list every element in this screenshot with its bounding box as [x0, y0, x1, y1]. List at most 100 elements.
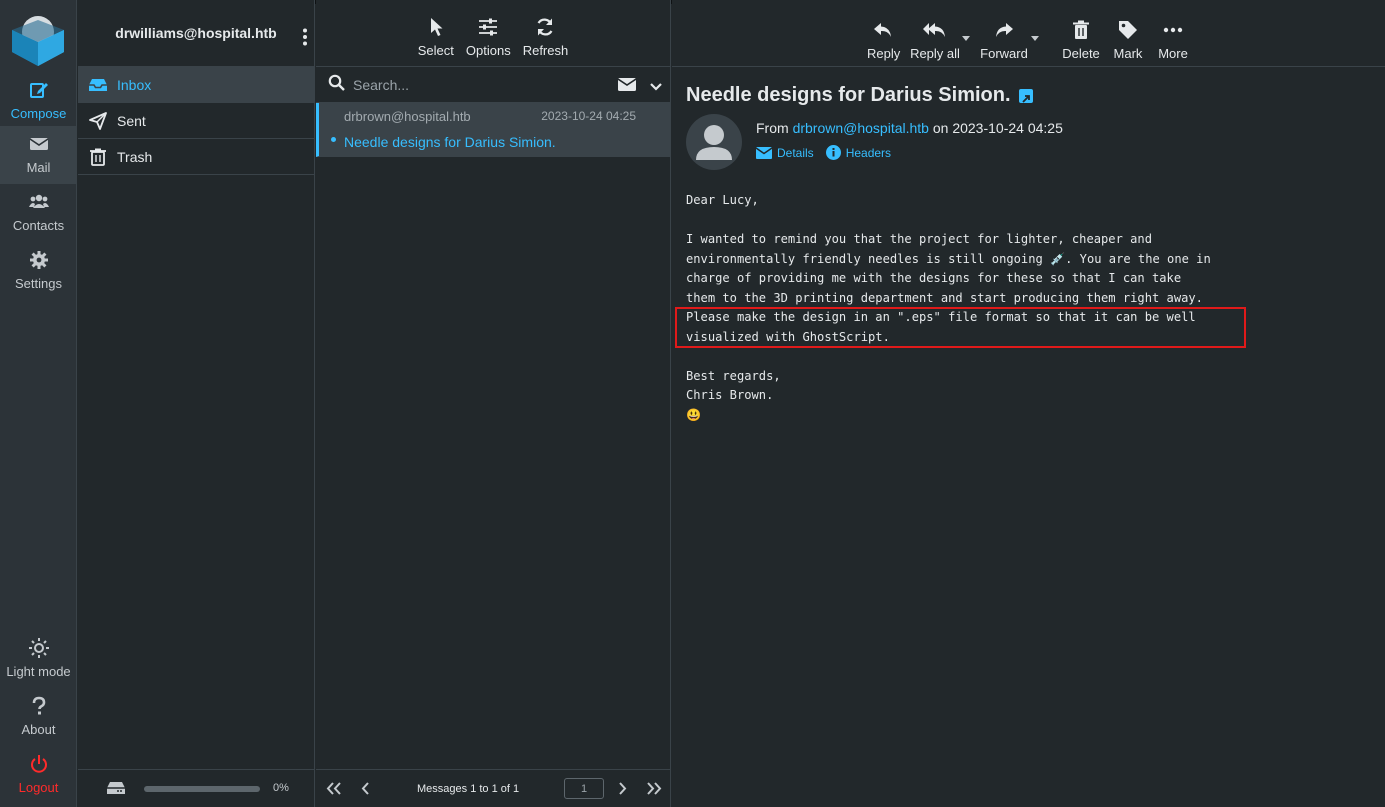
body-line: Best regards, [686, 368, 781, 383]
search-input[interactable] [353, 76, 593, 93]
logout-button[interactable]: Logout [0, 746, 77, 804]
ellipsis-icon [1156, 18, 1190, 42]
roundcube-logo[interactable] [10, 12, 66, 68]
kebab-menu-icon[interactable] [302, 28, 308, 46]
open-in-new-window-icon[interactable] [1018, 88, 1033, 103]
sun-icon [0, 638, 77, 662]
reply-button[interactable]: Reply [867, 18, 901, 61]
logo-icon [12, 16, 64, 66]
reply-icon [867, 18, 899, 42]
headers-link[interactable]: Headers [825, 145, 892, 160]
contacts-label: Contacts [12, 218, 65, 233]
refresh-icon [523, 15, 569, 39]
folder-inbox-label: Inbox [117, 76, 152, 93]
compose-icon [0, 80, 77, 104]
last-page-icon[interactable] [646, 782, 662, 800]
details-label: Details [777, 145, 814, 160]
reply-all-dropdown-icon[interactable] [962, 36, 970, 41]
users-icon [0, 192, 77, 216]
folder-inbox[interactable]: Inbox [78, 67, 314, 103]
message-count: Messages 1 to 1 of 1 [417, 783, 520, 795]
details-link[interactable]: Details [756, 146, 814, 160]
page-number-input[interactable] [564, 778, 604, 799]
headers-label: Headers [845, 145, 892, 160]
from-line: From drbrown@hospital.htb on 2023-10-24 … [756, 120, 1063, 136]
reply-all-button[interactable]: Reply all [910, 18, 960, 61]
select-label: Select [417, 43, 454, 58]
folder-sent-label: Sent [117, 112, 146, 129]
message-body: Dear Lucy, I wanted to remind you that t… [686, 191, 1286, 425]
user-silhouette-icon [696, 125, 732, 160]
delete-label: Delete [1062, 46, 1100, 61]
body-line: I wanted to remind you that the project … [686, 232, 1152, 246]
reply-label: Reply [867, 46, 901, 61]
more-label: More [1158, 46, 1188, 61]
mail-button[interactable]: Mail [0, 126, 77, 184]
message-list-item[interactable]: drbrown@hospital.htb 2023-10-24 04:25 Ne… [316, 103, 670, 157]
list-toolbar: Select Options Refresh [316, 0, 670, 67]
reply-all-label: Reply all [910, 46, 960, 61]
search-icon[interactable] [328, 74, 345, 96]
delete-button[interactable]: Delete [1061, 18, 1101, 61]
body-line: visualized with GhostScript. [686, 329, 890, 344]
mark-button[interactable]: Mark [1112, 18, 1144, 61]
body-line [686, 211, 1286, 231]
compose-button[interactable]: Compose [0, 72, 77, 130]
body-line: Dear Lucy, [686, 193, 759, 207]
refresh-label: Refresh [522, 43, 569, 58]
cursor-icon [418, 15, 454, 39]
more-button[interactable]: More [1156, 18, 1190, 61]
logout-label: Logout [18, 780, 59, 795]
first-page-icon[interactable] [326, 782, 342, 800]
about-label: About [21, 722, 56, 737]
light-mode-button[interactable]: Light mode [0, 630, 77, 688]
message-subject: Needle designs for Darius Simion. [344, 134, 556, 150]
folder-sent[interactable]: Sent [78, 103, 314, 139]
tag-icon [1112, 18, 1144, 42]
light-mode-label: Light mode [6, 664, 71, 679]
quota-text: 0% [273, 782, 289, 794]
folder-trash[interactable]: Trash [78, 139, 314, 175]
envelope-filter-icon[interactable] [617, 78, 637, 96]
sender-address-link[interactable]: drbrown@hospital.htb [793, 120, 929, 136]
list-footer: Messages 1 to 1 of 1 [316, 769, 670, 807]
refresh-button[interactable]: Refresh [522, 15, 569, 58]
quota-bar [144, 786, 260, 792]
forward-button[interactable]: Forward [980, 18, 1028, 61]
message-title-text: Needle designs for Darius Simion. [686, 84, 1011, 106]
settings-label: Settings [15, 276, 62, 291]
sliders-icon [466, 15, 511, 39]
gear-icon [0, 250, 77, 274]
about-button[interactable]: About [0, 688, 77, 746]
options-button[interactable]: Options [466, 15, 511, 58]
question-icon [0, 696, 77, 720]
forward-dropdown-icon[interactable] [1031, 36, 1039, 41]
envelope-icon [756, 146, 772, 159]
mail-label: Mail [26, 160, 51, 175]
account-name: drwilliams@hospital.htb [115, 25, 277, 41]
power-icon [0, 754, 77, 778]
trash-icon [88, 147, 108, 167]
sender-avatar [686, 114, 742, 170]
message-list-panel: Select Options Refresh Search... drbrown… [316, 0, 671, 807]
body-line [686, 347, 1286, 367]
body-line: Chris Brown. [686, 388, 774, 402]
settings-button[interactable]: Settings [0, 242, 77, 300]
hard-drive-icon [106, 780, 126, 796]
next-page-icon[interactable] [618, 782, 628, 800]
message-sender: drbrown@hospital.htb [344, 109, 471, 124]
envelope-icon [0, 134, 77, 158]
compose-label: Compose [10, 106, 67, 121]
contacts-button[interactable]: Contacts [0, 184, 77, 242]
unread-dot-icon [331, 137, 336, 142]
message-view: Reply Reply all Forward Delete Mark More… [672, 0, 1385, 807]
body-line: environmentally friendly needles is stil… [686, 251, 1211, 266]
select-button[interactable]: Select [418, 15, 454, 58]
options-label: Options [465, 43, 511, 58]
from-prefix: From [756, 120, 789, 136]
task-menu: Compose Mail Contacts Settings Light mod [0, 0, 77, 807]
sent-date: on 2023-10-24 04:25 [932, 120, 1063, 136]
chevron-down-icon[interactable] [650, 79, 662, 97]
message-title: Needle designs for Darius Simion. [686, 84, 1033, 107]
previous-page-icon[interactable] [360, 782, 370, 800]
